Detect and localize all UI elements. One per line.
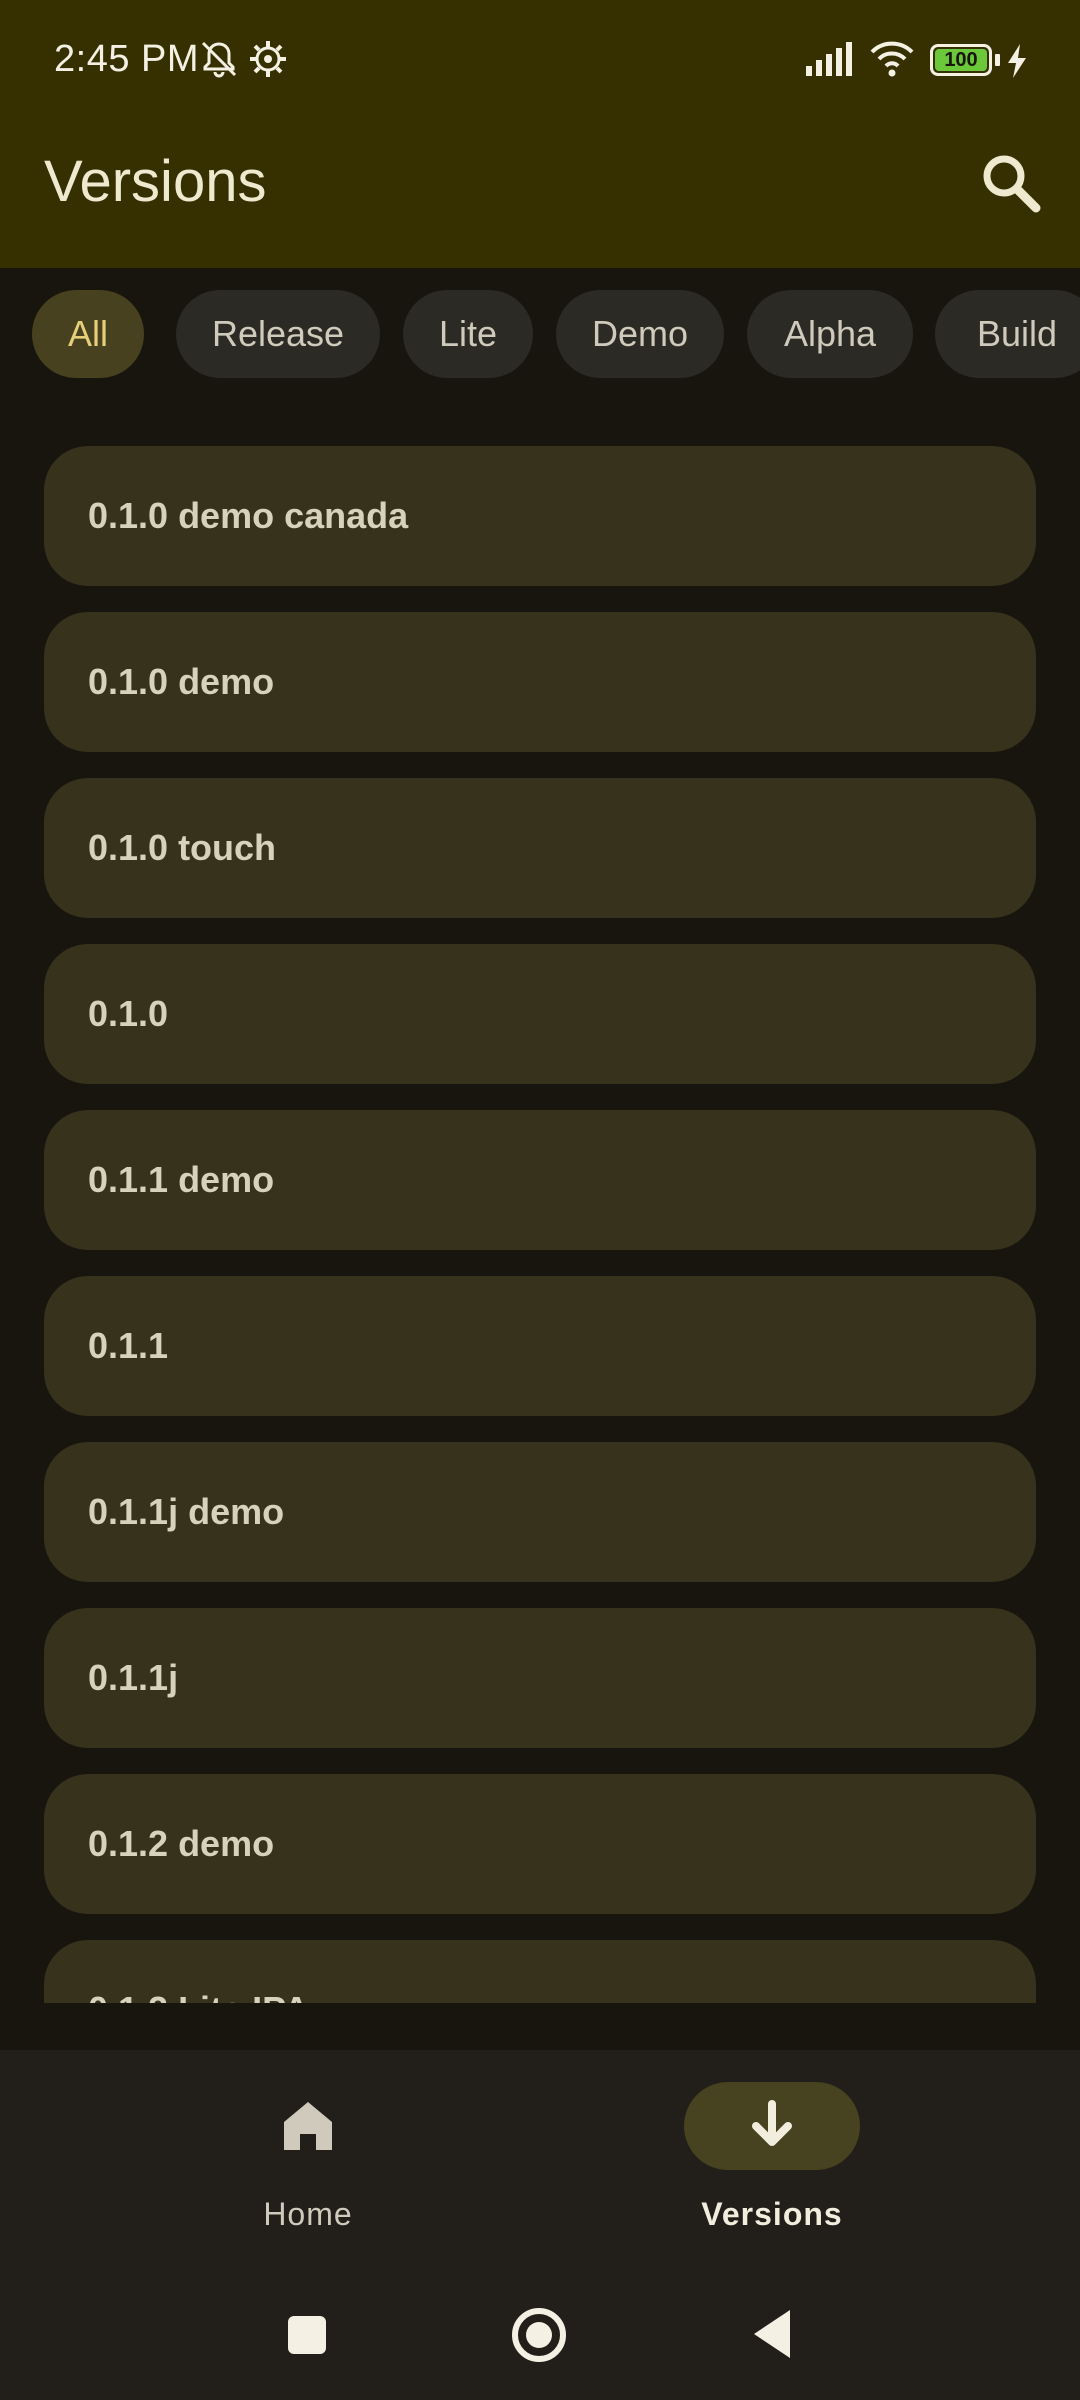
top-app-bar: 2:45 PM 100 Versions [0,0,1080,268]
home-circle-icon[interactable] [510,2306,568,2364]
list-item[interactable]: 0.1.1 [44,1276,1036,1416]
battery-level: 100 [935,49,987,71]
version-label: 0.1.1j demo [88,1491,285,1532]
list-item[interactable]: 0.1.0 touch [44,778,1036,918]
chip-demo[interactable]: Demo [556,290,724,378]
chip-lite[interactable]: Lite [403,290,533,378]
settings-gear-icon [250,41,286,77]
signal-icon [806,42,852,76]
wifi-icon [870,41,914,77]
versions-list: 0.1.0 demo canada 0.1.0 demo 0.1.0 touch… [0,443,1080,2003]
screen: 2:45 PM 100 Versions All Release Lite De… [0,0,1080,2400]
nav-home-indicator [220,2082,396,2170]
recents-icon[interactable] [286,2314,328,2356]
chip-build[interactable]: Build [935,290,1080,378]
status-bar: 2:45 PM 100 [0,0,1080,120]
version-label: 0.1.0 touch [88,827,277,868]
list-item[interactable]: 0.1.1 demo [44,1110,1036,1250]
list-item[interactable]: 0.1.2 demo [44,1774,1036,1914]
search-icon[interactable] [976,148,1046,218]
version-label: 0.1.0 demo [88,661,275,702]
nav-home[interactable]: Home [158,2082,458,2282]
version-label: 0.1.1j [88,1657,179,1698]
nav-versions[interactable]: Versions [622,2082,922,2282]
charging-bolt-icon [1008,44,1026,78]
list-item[interactable]: 0.1.0 [44,944,1036,1084]
version-label: 0.1.1 demo [88,1159,275,1200]
version-label: 0.1.0 demo canada [88,495,409,536]
battery-icon: 100 [930,44,992,76]
version-label: 0.1.2 Lite IPA [88,1940,309,2003]
nav-versions-indicator [684,2082,860,2170]
list-item[interactable]: 0.1.1j [44,1608,1036,1748]
bell-off-icon [201,41,237,78]
battery-tip [995,54,1000,66]
list-item[interactable]: 0.1.0 demo [44,612,1036,752]
nav-versions-label: Versions [701,2196,843,2232]
list-item[interactable]: 0.1.1j demo [44,1442,1036,1582]
page-title: Versions [44,149,267,214]
chip-alpha[interactable]: Alpha [747,290,913,378]
version-label: 0.1.0 [88,993,169,1034]
chip-all[interactable]: All [32,290,144,378]
home-icon [284,2102,332,2150]
filter-chips: All Release Lite Demo Alpha Build [0,290,1080,380]
chip-release[interactable]: Release [176,290,380,378]
back-icon[interactable] [750,2308,794,2360]
nav-home-label: Home [263,2196,353,2232]
status-time: 2:45 PM [54,38,200,80]
version-label: 0.1.1 [88,1325,169,1366]
version-label: 0.1.2 demo [88,1823,275,1864]
download-arrow-icon [752,2100,792,2146]
list-item[interactable]: 0.1.0 demo canada [44,446,1036,586]
list-item[interactable]: 0.1.2 Lite IPA [44,1940,1036,2003]
